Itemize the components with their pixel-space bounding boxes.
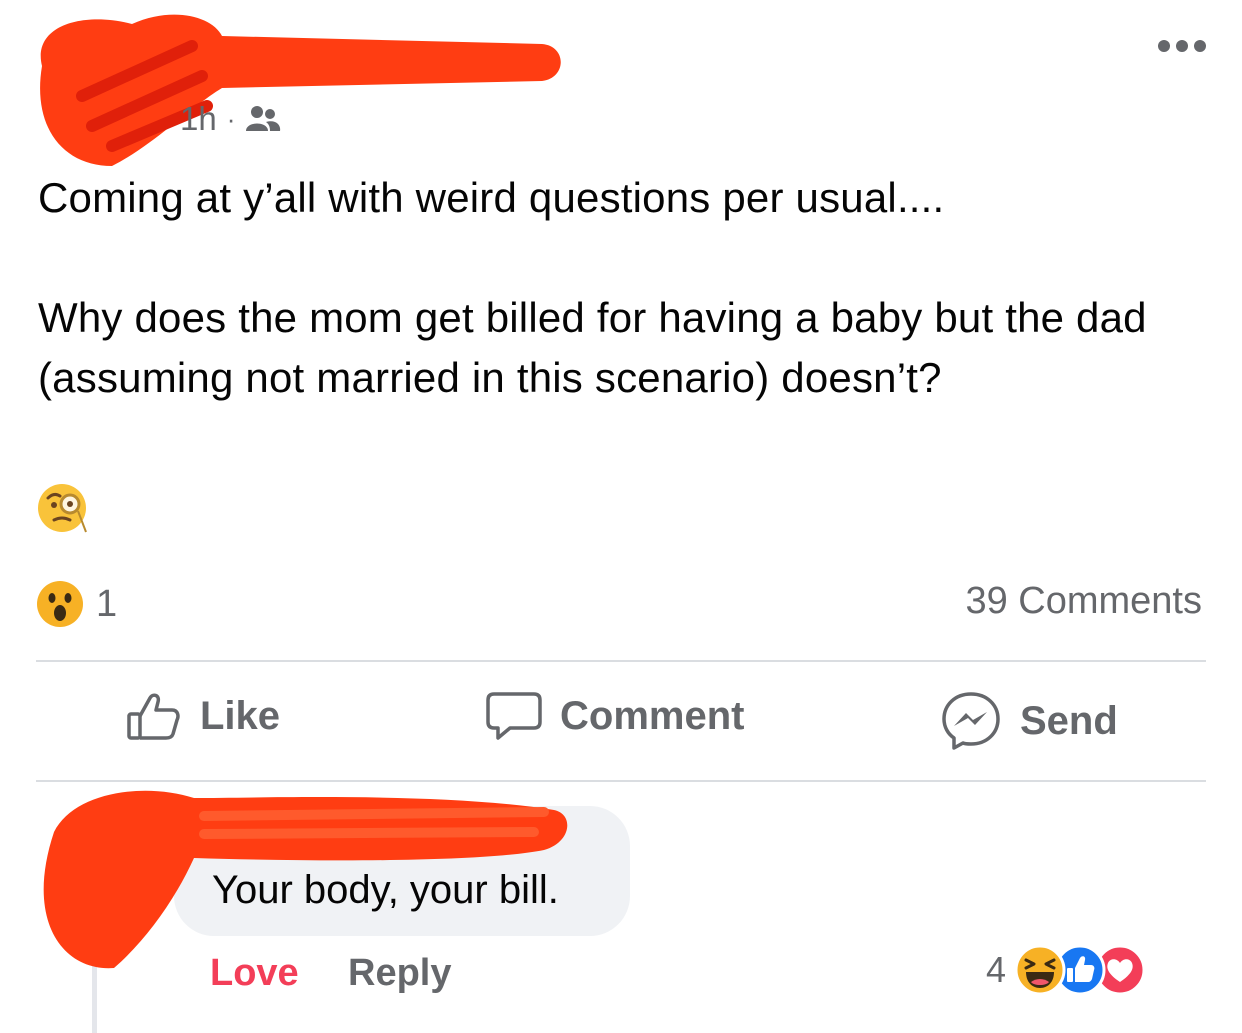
post-text-line-2: Why does the mom get billed for having a… xyxy=(38,294,1147,401)
comments-count-link[interactable]: 39 Comments xyxy=(965,580,1202,623)
face-with-monocle-emoji xyxy=(38,484,87,533)
more-dots-icon xyxy=(1158,40,1170,52)
more-dots-icon xyxy=(1194,40,1206,52)
comment-text: Your body, your bill. xyxy=(212,868,559,912)
post-meta: 1h · xyxy=(180,100,281,138)
comment-reactions[interactable]: 4 xyxy=(986,944,1146,996)
haha-reaction-icon xyxy=(1014,944,1066,996)
messenger-icon xyxy=(942,692,1000,750)
more-options-button[interactable] xyxy=(1158,40,1206,52)
comment-label: Comment xyxy=(560,693,745,738)
love-reaction-button[interactable]: Love xyxy=(210,952,299,995)
send-label: Send xyxy=(1020,698,1118,743)
comment-reaction-count: 4 xyxy=(986,949,1007,990)
reaction-count: 1 xyxy=(96,582,118,625)
divider xyxy=(36,660,1206,662)
post-time[interactable]: 1h xyxy=(180,100,217,138)
reply-button[interactable]: Reply xyxy=(348,952,451,995)
meta-separator: · xyxy=(226,103,236,134)
post-text-line-1: Coming at y’all with weird questions per… xyxy=(38,174,945,221)
thumbs-up-icon xyxy=(127,693,180,740)
comment-button[interactable]: Comment xyxy=(486,690,744,742)
like-label: Like xyxy=(200,693,281,738)
comment-bubble-icon xyxy=(486,692,542,740)
like-button[interactable]: Like xyxy=(126,690,280,742)
post-body: Coming at y’all with weird questions per… xyxy=(38,168,1208,408)
reaction-summary[interactable]: 1 xyxy=(36,580,117,628)
send-button[interactable]: Send xyxy=(940,690,1118,752)
redacted-author-scribble xyxy=(40,14,561,166)
wow-reaction-icon xyxy=(37,581,83,627)
friends-icon xyxy=(246,106,281,131)
more-dots-icon xyxy=(1176,40,1188,52)
